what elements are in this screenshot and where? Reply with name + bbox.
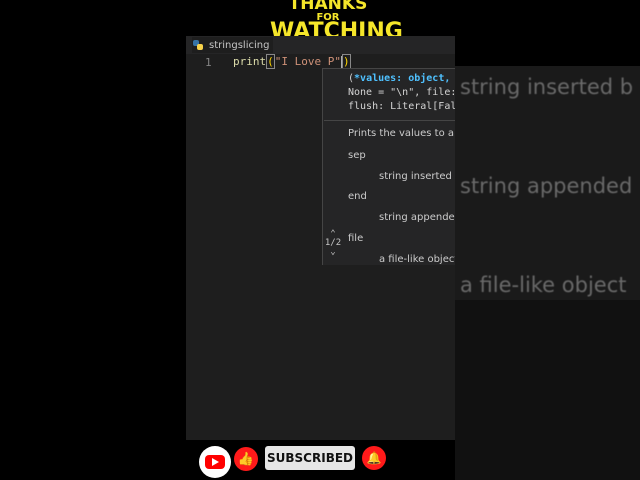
sig-divider: [324, 120, 455, 121]
code-function-name: print: [233, 55, 267, 68]
bell-icon: 🔔: [366, 451, 382, 465]
overload-navigator[interactable]: ⌃ 1/2 ⌄: [322, 230, 344, 257]
code-open-paren: (: [266, 54, 275, 69]
blurred-text-3: a file-like object: [460, 273, 627, 297]
notification-bell-button[interactable]: 🔔: [362, 446, 386, 470]
thumbs-up-icon: 👍: [237, 451, 255, 467]
sig-sep-desc: string inserted b: [379, 171, 462, 182]
tab-label: stringslicing: [209, 39, 270, 51]
sig-line-1: (*values: object,: [348, 73, 450, 84]
sig-file-label: file: [348, 233, 364, 244]
youtube-icon: [205, 455, 225, 469]
sig-active-param: *values: object,: [354, 73, 451, 84]
editor-tab-stringslicing[interactable]: stringslicing: [192, 37, 274, 53]
code-line[interactable]: print("I Love P"): [233, 54, 351, 69]
code-close-paren: ): [341, 54, 351, 69]
chevron-down-icon[interactable]: ⌄: [322, 248, 344, 257]
sig-end-label: end: [348, 191, 367, 202]
blurred-text-2: string appended: [460, 174, 633, 198]
right-bottom-dark: [455, 300, 640, 480]
sig-line-3: flush: Literal[Fal: [348, 101, 457, 112]
sig-end-desc: string appended: [379, 212, 462, 223]
python-icon: [193, 40, 203, 50]
sig-sep-label: sep: [348, 150, 366, 161]
sig-description: Prints the values to a s: [348, 128, 463, 139]
sig-line-2: None = "\n", file:: [348, 87, 457, 98]
right-top-black: [455, 0, 640, 66]
line-number: 1: [205, 56, 212, 69]
like-button[interactable]: 👍: [234, 447, 258, 471]
left-black-margin: [0, 0, 186, 480]
sig-file-desc: a file-like object: [379, 254, 459, 265]
blurred-text-1: string inserted b: [460, 75, 634, 99]
subscribe-button[interactable]: SUBSCRIBED: [265, 446, 355, 470]
code-string-literal: "I Love P": [274, 55, 341, 68]
youtube-channel-button[interactable]: [199, 446, 231, 478]
